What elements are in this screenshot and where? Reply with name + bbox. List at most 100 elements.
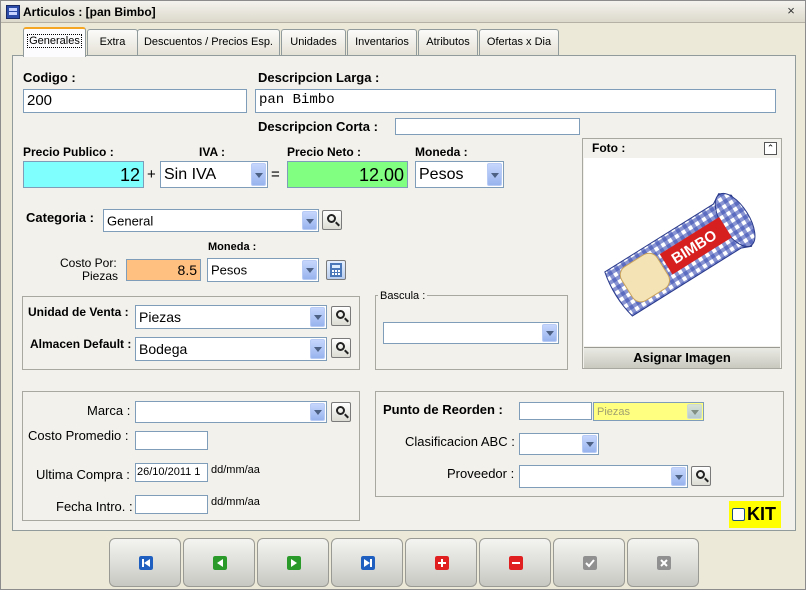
proveedor-search-button[interactable] xyxy=(691,466,711,486)
chevron-down-icon[interactable] xyxy=(310,339,325,359)
almacen-search-button[interactable] xyxy=(331,338,351,358)
iva-select[interactable]: Sin IVA xyxy=(160,161,268,188)
search-icon xyxy=(336,310,345,319)
foto-panel: Foto : ⌃ BIMBO Asignar Imagen xyxy=(582,138,782,369)
bascula-select[interactable] xyxy=(383,322,559,344)
previous-icon xyxy=(213,556,227,570)
kit-checkbox-box[interactable] xyxy=(732,508,745,521)
asignar-imagen-button[interactable]: Asignar Imagen xyxy=(584,347,780,368)
collapse-icon[interactable]: ⌃ xyxy=(764,142,777,155)
moneda-select[interactable]: Pesos xyxy=(415,161,504,188)
reorden-input[interactable] xyxy=(519,402,592,420)
chevron-down-icon[interactable] xyxy=(487,163,502,186)
add-record-button[interactable] xyxy=(405,538,477,587)
calculator-icon xyxy=(330,263,342,277)
chevron-down-icon[interactable] xyxy=(310,307,325,327)
desc-larga-input[interactable]: pan Bimbo xyxy=(255,89,776,113)
reorden-label: Punto de Reorden : xyxy=(383,402,503,417)
costo-label-line2: Piezas xyxy=(82,269,119,283)
proveedor-select[interactable] xyxy=(519,465,688,488)
previous-record-button[interactable] xyxy=(183,538,255,587)
title-bar: Articulos : [pan Bimbo] × xyxy=(1,1,805,23)
moneda-label: Moneda : xyxy=(415,145,468,159)
first-icon xyxy=(139,556,153,570)
close-button[interactable]: × xyxy=(783,4,799,20)
categoria-value: General xyxy=(107,213,154,228)
desc-larga-label: Descripcion Larga : xyxy=(258,70,380,85)
categoria-label: Categoria : xyxy=(26,210,94,225)
unidad-venta-label: Unidad de Venta : xyxy=(28,305,129,319)
precio-publico-input[interactable]: 12 xyxy=(23,161,144,188)
proveedor-label: Proveedor : xyxy=(447,466,515,481)
next-record-button[interactable] xyxy=(257,538,329,587)
desc-corta-input[interactable] xyxy=(395,118,580,135)
unidad-venta-select[interactable]: Piezas xyxy=(135,305,327,329)
search-icon xyxy=(696,470,705,479)
last-record-button[interactable] xyxy=(331,538,403,587)
moneda2-label: Moneda : xyxy=(208,241,257,253)
fecha-intro-format: dd/mm/aa xyxy=(211,496,260,508)
kit-checkbox[interactable]: KIT xyxy=(729,501,781,528)
moneda2-select[interactable]: Pesos xyxy=(207,258,319,282)
window-title: Articulos : [pan Bimbo] xyxy=(23,5,156,19)
fecha-intro-label: Fecha Intro. : xyxy=(56,499,133,514)
tab-extra[interactable]: Extra xyxy=(87,29,138,55)
marca-select[interactable] xyxy=(135,401,327,423)
chevron-down-icon[interactable] xyxy=(671,467,686,486)
iva-value: Sin IVA xyxy=(164,165,217,183)
costo-input[interactable]: 8.5 xyxy=(126,259,201,281)
precio-neto-input[interactable]: 12.00 xyxy=(287,161,408,188)
almacen-label: Almacen Default : xyxy=(30,337,132,351)
chevron-down-icon[interactable] xyxy=(302,211,317,230)
tab-inventarios[interactable]: Inventarios xyxy=(347,29,417,55)
chevron-down-icon[interactable] xyxy=(687,404,702,419)
categoria-select[interactable]: General xyxy=(103,209,319,232)
product-image: BIMBO xyxy=(584,158,780,346)
tab-atributos[interactable]: Atributos xyxy=(418,29,478,55)
kit-label: KIT xyxy=(747,504,776,524)
ultima-compra-label: Ultima Compra : xyxy=(36,467,130,482)
clasificacion-label: Clasificacion ABC : xyxy=(405,434,515,449)
unidad-venta-value: Piezas xyxy=(139,309,182,325)
calculator-button[interactable] xyxy=(326,260,346,280)
tab-generales[interactable]: Generales xyxy=(23,27,86,57)
cancel-button[interactable] xyxy=(627,538,699,587)
reorden-unit-select[interactable]: Piezas xyxy=(593,402,704,421)
tab-ofertas[interactable]: Ofertas x Dia xyxy=(479,29,559,55)
search-icon xyxy=(336,406,345,415)
ultima-compra-input[interactable]: 26/10/2011 1 xyxy=(135,463,208,482)
codigo-input[interactable]: 200 xyxy=(23,89,247,113)
check-icon xyxy=(583,556,597,570)
tab-unidades[interactable]: Unidades xyxy=(281,29,346,55)
chevron-down-icon[interactable] xyxy=(302,260,317,280)
plus-sign: + xyxy=(147,166,156,183)
plus-icon xyxy=(435,556,449,570)
chevron-down-icon[interactable] xyxy=(582,435,597,453)
costo-promedio-label: Costo Promedio : xyxy=(28,428,129,443)
accept-button[interactable] xyxy=(553,538,625,587)
chevron-down-icon[interactable] xyxy=(251,163,266,186)
costo-promedio-input[interactable] xyxy=(135,431,208,450)
precio-neto-label: Precio Neto : xyxy=(287,145,362,159)
categoria-search-button[interactable] xyxy=(322,210,342,230)
chevron-down-icon[interactable] xyxy=(542,324,557,342)
last-icon xyxy=(361,556,375,570)
precio-publico-label: Precio Publico : xyxy=(23,145,114,159)
tab-descuentos[interactable]: Descuentos / Precios Esp. xyxy=(137,29,280,55)
search-icon xyxy=(327,214,336,223)
fecha-intro-input[interactable] xyxy=(135,495,208,514)
clasificacion-select[interactable] xyxy=(519,433,599,455)
codigo-label: Codigo : xyxy=(23,70,76,85)
marca-search-button[interactable] xyxy=(331,402,351,422)
ultima-compra-format: dd/mm/aa xyxy=(211,464,260,476)
desc-corta-label: Descripcion Corta : xyxy=(258,119,378,134)
first-record-button[interactable] xyxy=(109,538,181,587)
delete-record-button[interactable] xyxy=(479,538,551,587)
almacen-select[interactable]: Bodega xyxy=(135,337,327,361)
unidad-search-button[interactable] xyxy=(331,306,351,326)
chevron-down-icon[interactable] xyxy=(310,403,325,421)
moneda-value: Pesos xyxy=(419,165,464,183)
equals-sign: = xyxy=(271,166,280,183)
app-icon xyxy=(6,5,20,19)
bread-bag-image: BIMBO xyxy=(604,192,756,317)
